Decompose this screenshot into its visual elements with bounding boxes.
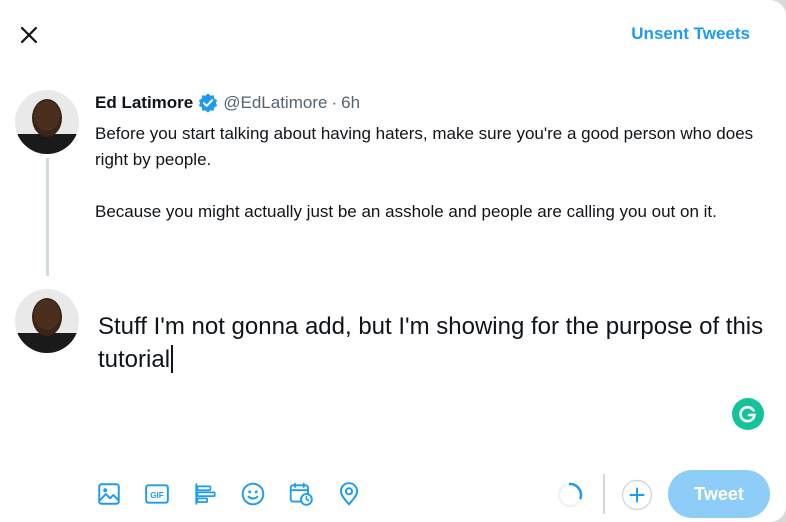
composer-avatar — [15, 289, 79, 353]
tweet-compose-input[interactable]: Stuff I'm not gonna add, but I'm showing… — [98, 310, 778, 376]
gif-label: GIF — [150, 491, 164, 500]
close-icon — [20, 26, 38, 44]
media-button[interactable] — [96, 480, 144, 508]
tweet-header: Ed Latimore @EdLatimore · 6h — [95, 92, 360, 114]
emoji-icon — [241, 482, 265, 506]
poll-button[interactable] — [192, 480, 240, 508]
tweet-timestamp[interactable]: 6h — [341, 93, 360, 113]
thread-line — [46, 158, 49, 276]
close-button[interactable] — [14, 20, 44, 50]
image-icon — [98, 483, 120, 505]
verified-badge-icon — [199, 93, 218, 113]
grammarly-button[interactable] — [732, 398, 764, 430]
separator-dot: · — [331, 93, 338, 112]
compose-toolbar: GIF — [96, 480, 384, 508]
tweet-paragraph: Because you might actually just be an as… — [95, 202, 717, 221]
schedule-button[interactable] — [288, 480, 336, 508]
toolbar-divider — [603, 474, 605, 514]
location-button[interactable] — [336, 480, 384, 508]
author-name[interactable]: Ed Latimore — [95, 93, 193, 113]
gif-icon: GIF — [145, 484, 169, 504]
plus-icon — [621, 479, 653, 511]
gif-button[interactable]: GIF — [144, 480, 192, 508]
compose-text: Stuff I'm not gonna add, but I'm showing… — [98, 313, 764, 373]
tweet-body: Before you start talking about having ha… — [95, 121, 755, 225]
location-icon — [339, 482, 359, 506]
compose-tweet-modal: Unsent Tweets Ed Latimore @EdLatimore · … — [0, 0, 786, 522]
unsent-tweets-link[interactable]: Unsent Tweets — [631, 24, 750, 44]
poll-icon — [195, 483, 216, 505]
text-caret — [171, 345, 174, 373]
schedule-icon — [289, 482, 313, 506]
character-count-ring — [557, 482, 583, 508]
tweet-paragraph: Before you start talking about having ha… — [95, 124, 754, 169]
author-handle[interactable]: @EdLatimore — [223, 93, 327, 113]
emoji-button[interactable] — [240, 480, 288, 508]
grammarly-icon — [739, 405, 756, 423]
add-tweet-button[interactable] — [621, 479, 653, 511]
tweet-button[interactable]: Tweet — [668, 470, 770, 518]
avatar[interactable] — [15, 90, 79, 154]
